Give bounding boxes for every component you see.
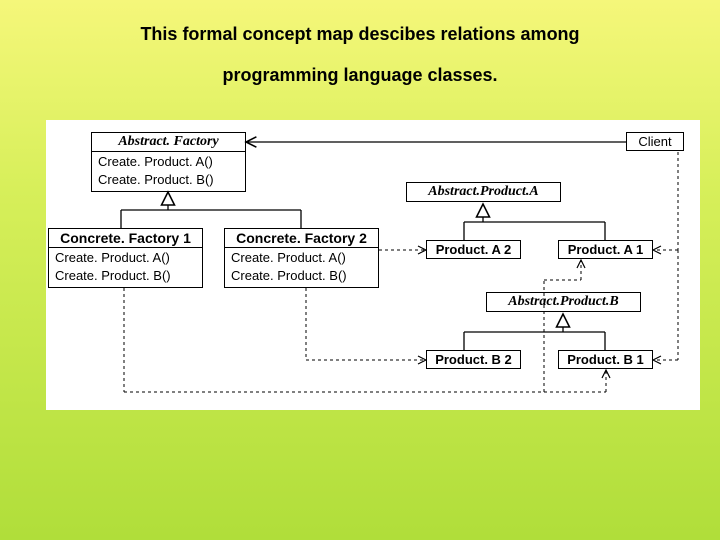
concrete-factory-1-m2: Create. Product. B() [55,267,196,285]
class-product-a2: Product. A 2 [426,240,521,259]
concrete-factory-2-m2: Create. Product. B() [231,267,372,285]
concrete-factory-1-methods: Create. Product. A() Create. Product. B(… [49,248,202,287]
diagram-panel: Abstract. Factory Create. Product. A() C… [46,120,700,410]
product-a2-label: Product. A 2 [436,242,512,257]
product-a1-label: Product. A 1 [568,242,644,257]
client-label: Client [638,134,671,149]
abstract-factory-methods: Create. Product. A() Create. Product. B(… [92,152,245,191]
class-client: Client [626,132,684,151]
class-product-b1: Product. B 1 [558,350,653,369]
abstract-product-a-label: Abstract.Product.A [428,184,538,199]
page-title: This formal concept map descibes relatio… [0,0,720,47]
product-b1-label: Product. B 1 [567,352,644,367]
product-b2-label: Product. B 2 [435,352,512,367]
abstract-factory-title: Abstract. Factory [92,133,245,152]
abstract-factory-m1: Create. Product. A() [98,153,239,171]
class-concrete-factory-2: Concrete. Factory 2 Create. Product. A()… [224,228,379,288]
abstract-product-b-label: Abstract.Product.B [508,294,618,309]
class-abstract-factory: Abstract. Factory Create. Product. A() C… [91,132,246,192]
abstract-factory-m2: Create. Product. B() [98,171,239,189]
concrete-factory-2-methods: Create. Product. A() Create. Product. B(… [225,248,378,287]
page-subtitle: programming language classes. [0,65,720,86]
class-product-b2: Product. B 2 [426,350,521,369]
class-concrete-factory-1: Concrete. Factory 1 Create. Product. A()… [48,228,203,288]
concrete-factory-2-m1: Create. Product. A() [231,249,372,267]
concrete-factory-2-title: Concrete. Factory 2 [225,229,378,248]
class-abstract-product-a: Abstract.Product.A [406,182,561,202]
concrete-factory-1-title: Concrete. Factory 1 [49,229,202,248]
title-line2: programming language classes. [222,65,497,85]
class-product-a1: Product. A 1 [558,240,653,259]
concrete-factory-1-m1: Create. Product. A() [55,249,196,267]
title-line1: This formal concept map descibes relatio… [140,24,579,44]
class-abstract-product-b: Abstract.Product.B [486,292,641,312]
